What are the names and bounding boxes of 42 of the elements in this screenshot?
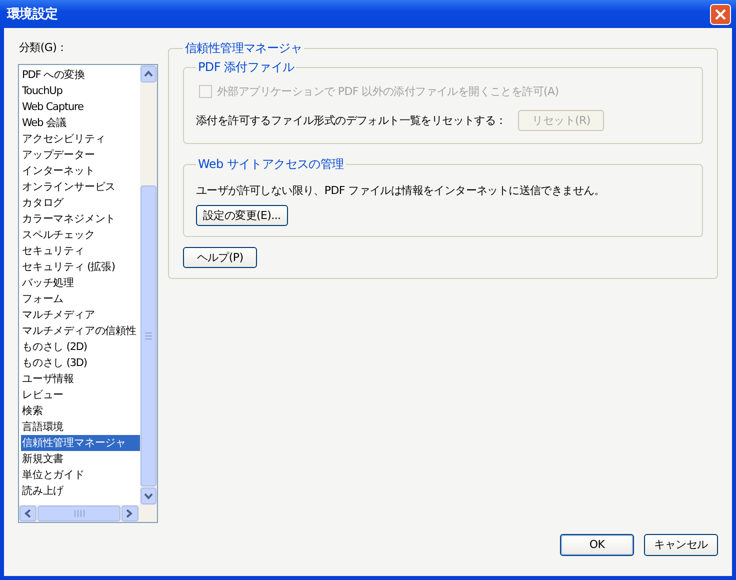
category-item[interactable]: Web Capture — [21, 99, 140, 116]
category-item[interactable]: スペルチェック — [21, 227, 140, 244]
cancel-button[interactable]: キャンセル — [644, 534, 718, 556]
horizontal-scrollbar[interactable] — [19, 505, 157, 522]
category-item[interactable]: マルチメディアの信頼性 — [21, 323, 140, 340]
group-title: PDF 添付ファイル — [197, 59, 296, 76]
group-title: 信頼性管理マネージャ — [184, 40, 304, 58]
window-title: 環境設定 — [7, 6, 58, 24]
category-item[interactable]: ものさし (3D) — [21, 355, 140, 372]
category-item[interactable]: 読み上げ — [21, 483, 140, 500]
category-item[interactable]: アップデーター — [21, 147, 140, 164]
category-item[interactable]: カラーマネジメント — [21, 211, 140, 228]
category-item[interactable]: アクセシビリティ — [21, 131, 140, 148]
ok-button[interactable]: OK — [560, 534, 634, 556]
category-item[interactable]: インターネット — [21, 163, 140, 180]
category-item[interactable]: ものさし (2D) — [21, 339, 140, 356]
category-item[interactable]: ユーザ情報 — [21, 371, 140, 388]
category-item[interactable]: レビュー — [21, 387, 140, 404]
category-item[interactable]: 検索 — [21, 403, 140, 420]
category-item[interactable]: バッチ処理 — [21, 275, 140, 292]
category-label: 分類(G)： — [18, 40, 68, 56]
category-item[interactable]: カタログ — [21, 195, 140, 212]
category-item[interactable]: TouchUp — [21, 83, 140, 100]
category-item[interactable]: マルチメディア — [21, 307, 140, 324]
group-title: Web サイトアクセスの管理 — [197, 156, 345, 174]
category-item[interactable]: Web 会議 — [21, 115, 140, 132]
help-button[interactable]: ヘルプ(P) — [183, 247, 257, 268]
category-item[interactable]: 信頼性管理マネージャ — [21, 435, 140, 452]
checkbox-label: 外部アプリケーションで PDF 以外の添付ファイルを開くことを許可(A) — [217, 84, 559, 100]
category-item[interactable]: セキュリティ — [21, 243, 140, 260]
category-item[interactable]: PDF への変換 — [21, 67, 140, 84]
change-settings-button[interactable]: 設定の変更(E)... — [196, 205, 288, 226]
category-item[interactable]: 新規文書 — [21, 451, 140, 468]
category-item[interactable]: 単位とガイド — [21, 467, 140, 484]
category-item[interactable]: セキュリティ (拡張) — [21, 259, 140, 276]
close-icon[interactable] — [710, 4, 731, 25]
vertical-scrollbar[interactable] — [140, 65, 157, 506]
category-item[interactable]: フォーム — [21, 291, 140, 308]
reset-description: 添付を許可するファイル形式のデフォルト一覧をリセットする： — [196, 113, 506, 128]
category-item[interactable]: 言語環境 — [21, 419, 140, 436]
category-item[interactable]: オンラインサービス — [21, 179, 140, 196]
web-access-description: ユーザが許可しない限り、PDF ファイルは情報をインターネットに送信できません。 — [196, 183, 606, 198]
